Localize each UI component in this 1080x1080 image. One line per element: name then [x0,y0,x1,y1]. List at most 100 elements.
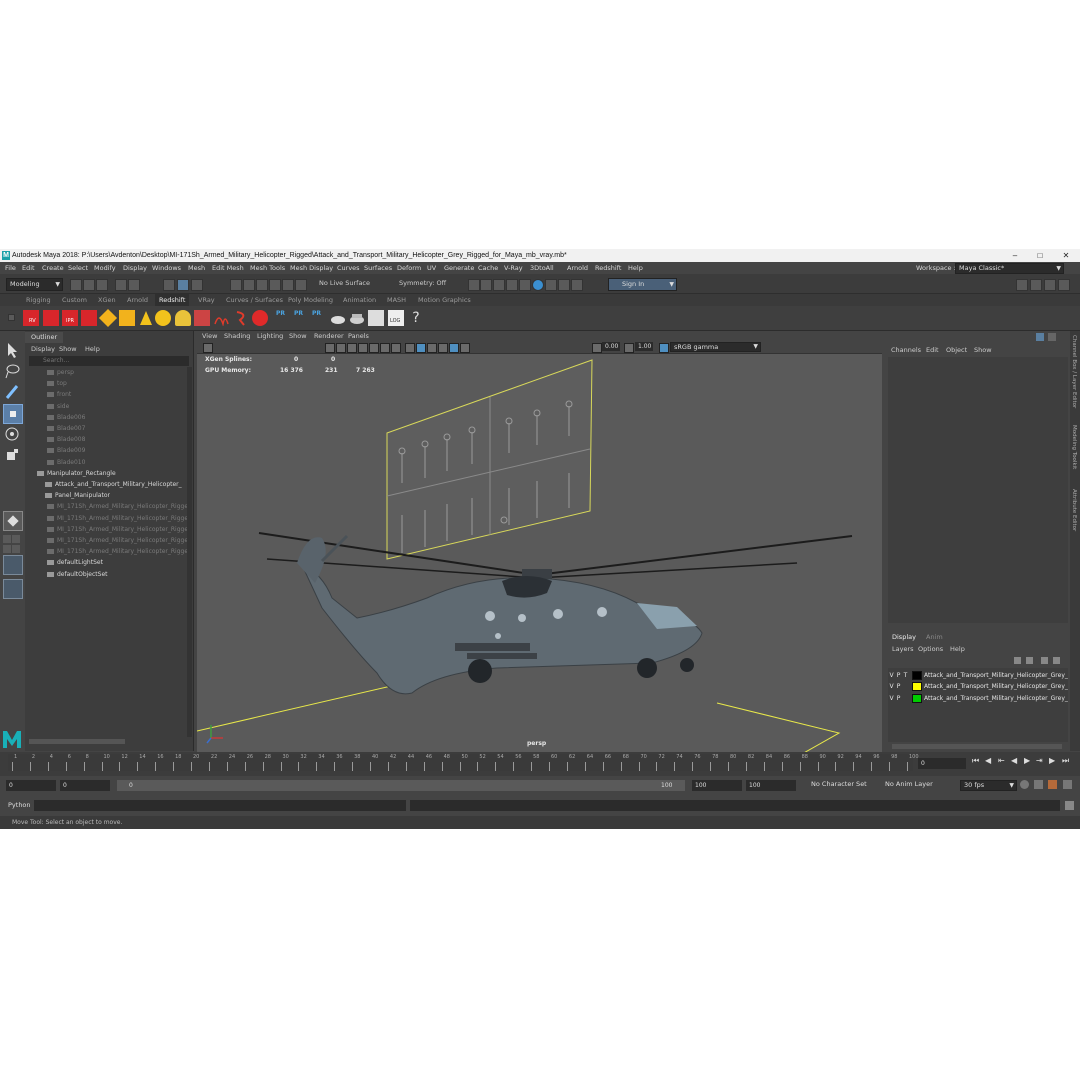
rs-ipr-icon[interactable]: IPR [62,310,78,326]
live-surface-label[interactable]: No Live Surface [319,278,370,289]
snap-surface-icon[interactable] [282,279,294,291]
scene-end-field[interactable]: 100 [746,780,796,791]
shelf-tab-redshift[interactable]: Redshift [155,294,190,306]
layer-color-swatch[interactable] [912,693,922,703]
new-layer-icon[interactable] [1041,657,1048,664]
shelf-tab-animation[interactable]: Animation [343,294,376,306]
rotate-tool-icon[interactable] [3,425,21,443]
step-forward-frame-icon[interactable]: ⇥ [1036,756,1043,765]
outliner-scrollbar[interactable] [187,367,192,737]
shelf-tab-custom[interactable]: Custom [62,294,87,306]
layer-hscrollbar[interactable] [892,744,1062,749]
render-settings-icon[interactable] [506,279,518,291]
auto-key-icon[interactable] [1020,780,1029,789]
menu-deform[interactable]: Deform [397,262,421,274]
channel-box-toggle-icon[interactable] [1058,279,1070,291]
fps-dropdown[interactable]: 30 fps ▼ [960,780,1017,791]
menu-select[interactable]: Select [68,262,88,274]
rs-proxy-export-icon[interactable]: PR [275,310,291,326]
redo-icon[interactable] [128,279,140,291]
range-slider[interactable]: 0 100 [117,780,685,791]
vray-ipr-icon[interactable] [558,279,570,291]
channel-menu-object[interactable]: Object [946,344,967,356]
use-lights-icon[interactable] [369,343,379,353]
view-transform-icon[interactable] [659,343,669,353]
layer-menu-layers[interactable]: Layers [892,644,914,654]
layer-playback-toggle[interactable]: P [895,693,902,704]
channel-options-icon[interactable] [1048,333,1056,341]
rs-environment-icon[interactable] [349,310,365,326]
shelf-tab-rigging[interactable]: Rigging [26,294,51,306]
workspace-dropdown[interactable]: Maya Classic* ▼ [955,263,1064,274]
attribute-editor-toggle-icon[interactable] [1030,279,1042,291]
resolution-gate-icon[interactable] [460,343,470,353]
menu-mesh[interactable]: Mesh [188,262,205,274]
vp-menu-renderer[interactable]: Renderer [314,331,344,341]
outliner-item[interactable]: Blade009 [47,445,209,456]
select-tool-icon[interactable] [3,341,21,359]
layer-color-swatch[interactable] [912,671,922,680]
outliner-item[interactable]: Panel_Manipulator [45,490,207,501]
shadows-icon[interactable] [380,343,390,353]
maximize-button[interactable]: □ [1028,249,1052,262]
shelf-tab-arnold[interactable]: Arnold [127,294,148,306]
rs-dome-light-icon[interactable] [155,310,171,326]
save-icon[interactable] [96,279,108,291]
layer-type-toggle[interactable]: T [902,670,909,681]
grid-icon[interactable] [449,343,459,353]
outliner-item[interactable]: Blade010 [47,457,209,468]
ambient-occlusion-icon[interactable] [391,343,401,353]
command-input[interactable] [34,800,406,811]
rs-ipr-stop-icon[interactable] [81,310,97,326]
vp-menu-show[interactable]: Show [289,331,307,341]
outliner-item[interactable]: side [47,401,209,412]
menu-3dtoall[interactable]: 3DtoAll [530,262,554,274]
close-button[interactable]: ✕ [1054,249,1078,262]
menu-modify[interactable]: Modify [94,262,116,274]
outliner-item[interactable]: MI_171Sh_Armed_Military_Helicopter_Rigge… [47,524,209,535]
control-panel-manipulator[interactable] [386,359,593,560]
current-frame-field[interactable]: 0 [918,758,966,769]
go-to-end-icon[interactable]: ⏭ [1062,756,1069,766]
layer-row[interactable]: V P T Attack_and_Transport_Military_Helicop… [888,670,1068,681]
rs-render-icon[interactable] [43,310,59,326]
persp-graph-layout-icon[interactable] [3,555,23,575]
render-frame-icon[interactable] [480,279,492,291]
character-set-dropdown[interactable]: No Character Set [808,780,881,789]
outliner-item[interactable]: Attack_and_Transport_Military_Helicopter… [45,479,207,490]
lasso-tool-icon[interactable] [3,362,21,380]
menu-generate[interactable]: Generate [444,262,474,274]
channel-menu-channels[interactable]: Channels [891,344,921,356]
outliner-item[interactable]: Manipulator_Rectangle [37,468,199,479]
side-tab-attribute-editor[interactable]: Attribute Editor [1071,489,1077,531]
outliner-item[interactable]: Blade007 [47,423,209,434]
outliner-menu-display[interactable]: Display [31,344,55,354]
exposure-icon[interactable] [592,343,602,353]
outliner-menu-show[interactable]: Show [59,344,77,354]
snap-grid-icon[interactable] [230,279,242,291]
rs-render-settings-icon[interactable] [368,310,384,326]
outliner-item[interactable]: MI_171Sh_Armed_Military_Helicopter_Rigge… [47,535,209,546]
construction-history-icon[interactable] [468,279,480,291]
shelf-tab-poly-modeling[interactable]: Poly Modeling [288,294,333,306]
single-view-layout-icon[interactable] [3,535,11,543]
tab-outliner[interactable]: Outliner [25,332,64,343]
vray-render-icon[interactable] [545,279,557,291]
rs-area-light-icon[interactable] [98,308,118,328]
menu-arnold[interactable]: Arnold [567,262,588,274]
wireframe-icon[interactable] [325,343,335,353]
select-component-icon[interactable] [191,279,203,291]
gamma-field[interactable]: 1.00 [635,342,653,351]
move-tool-icon[interactable] [3,404,23,424]
channel-menu-edit[interactable]: Edit [926,344,939,356]
outliner-layout-icon[interactable] [3,579,23,599]
smooth-shade-icon[interactable] [336,343,346,353]
rs-spot-light-icon[interactable] [138,310,154,326]
step-back-key-icon[interactable]: ◀ [985,756,991,765]
step-forward-key-icon[interactable]: ▶ [1049,756,1055,765]
last-tool-icon[interactable] [3,511,23,531]
menu-curves[interactable]: Curves [337,262,360,274]
helicopter-model[interactable] [258,532,853,695]
anim-prefs-icon[interactable] [1034,780,1043,789]
snap-live-icon[interactable] [295,279,307,291]
